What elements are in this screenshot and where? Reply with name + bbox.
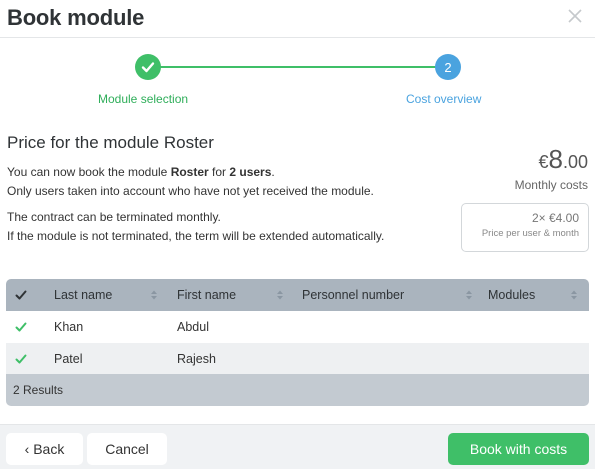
sort-icon (277, 290, 283, 300)
booking-info: You can now book the module Roster for 2… (7, 163, 374, 201)
dialog-footer: ‹ Back Cancel Book with costs (0, 424, 595, 469)
monthly-price: €8.00 (538, 144, 588, 175)
user-count: 2 users (229, 165, 272, 179)
chevron-left-icon: ‹ (24, 441, 30, 457)
check-icon (15, 290, 27, 300)
check-icon (141, 62, 155, 73)
back-button-label: Back (33, 441, 65, 457)
table-row[interactable]: Khan Abdul (6, 311, 589, 343)
cell-first-name: Abdul (177, 320, 209, 334)
price-decimal: .00 (562, 152, 588, 172)
step-label-cost-overview: Cost overview (406, 92, 482, 106)
step-label-module-selection[interactable]: Module selection (98, 92, 188, 106)
price-per-user-caption: Price per user & month (481, 228, 579, 239)
currency-symbol: € (538, 152, 549, 172)
info-text: You can now book the module (7, 165, 171, 179)
check-icon[interactable] (15, 321, 27, 333)
step-module-selection[interactable] (135, 54, 161, 80)
table-header: Last name First name Personnel number Mo… (6, 279, 589, 311)
column-personnel-number[interactable]: Personnel number (302, 279, 482, 311)
results-count: 2 Results (6, 374, 589, 406)
contract-info: The contract can be terminated monthly. … (7, 208, 384, 246)
module-name: Roster (170, 165, 209, 179)
cell-first-name: Rajesh (177, 352, 216, 366)
check-icon[interactable] (15, 353, 27, 365)
table-row[interactable]: Patel Rajesh (6, 343, 589, 375)
dialog-title: Book module (7, 5, 145, 30)
column-first-name[interactable]: First name (177, 279, 297, 311)
close-icon[interactable] (565, 6, 585, 26)
price-integer: 8 (548, 144, 563, 174)
stepper-line (160, 66, 436, 68)
book-with-costs-button[interactable]: Book with costs (448, 433, 589, 465)
monthly-costs-label: Monthly costs (514, 178, 588, 192)
step-cost-overview: 2 (435, 54, 461, 80)
cell-last-name: Patel (54, 352, 83, 366)
book-module-dialog: Book module 2 Module selection Cost over… (0, 0, 595, 469)
contract-line-1: The contract can be terminated monthly. (7, 210, 221, 224)
cell-last-name: Khan (54, 320, 84, 334)
sort-icon (151, 290, 157, 300)
cancel-button[interactable]: Cancel (87, 433, 167, 465)
price-per-user-amount: 2× €4.00 (531, 211, 579, 225)
info-note: Only users taken into account who have n… (7, 184, 374, 198)
step-number: 2 (444, 59, 452, 75)
section-title: Price for the module Roster (7, 133, 214, 152)
price-per-user-box: 2× €4.00 Price per user & month (461, 203, 589, 252)
column-label: First name (177, 288, 237, 302)
info-text: for (208, 165, 230, 179)
column-label: Last name (54, 288, 113, 302)
users-table: Last name First name Personnel number Mo… (6, 279, 589, 406)
column-label: Personnel number (302, 288, 405, 302)
contract-line-2: If the module is not terminated, the ter… (7, 229, 385, 243)
column-modules[interactable]: Modules (488, 279, 583, 311)
dialog-header: Book module (0, 0, 595, 38)
sort-icon (466, 290, 472, 300)
column-label: Modules (488, 288, 536, 302)
info-text: . (271, 165, 275, 179)
select-all-checkbox[interactable] (15, 279, 27, 311)
sort-icon (571, 290, 577, 300)
column-last-name[interactable]: Last name (54, 279, 172, 311)
back-button[interactable]: ‹ Back (6, 433, 83, 465)
